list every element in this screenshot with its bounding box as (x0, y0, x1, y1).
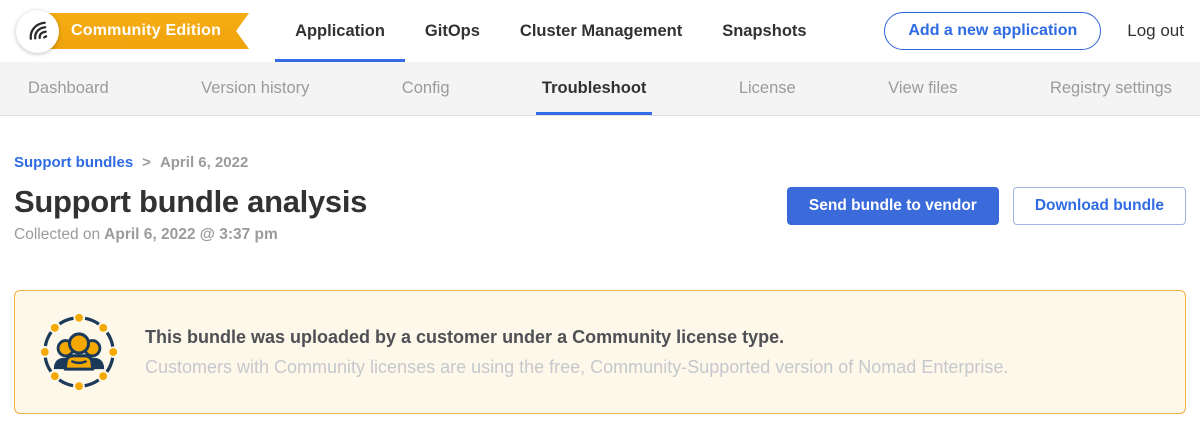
top-nav: Community Edition Application GitOps Clu… (0, 0, 1200, 62)
breadcrumb-separator: > (142, 154, 151, 171)
top-nav-right: Add a new application Log out (884, 12, 1184, 50)
breadcrumb: Support bundles > April 6, 2022 (14, 154, 1186, 171)
community-edition-label: Community Edition (71, 22, 221, 40)
top-nav-tabs: Application GitOps Cluster Management Sn… (275, 0, 827, 62)
sub-nav-item-troubleshoot[interactable]: Troubleshoot (536, 62, 653, 115)
sub-nav-item-dashboard[interactable]: Dashboard (22, 62, 115, 115)
breadcrumb-current: April 6, 2022 (160, 154, 248, 171)
community-people-icon (41, 314, 117, 390)
title-row: Support bundle analysis Collected onApri… (14, 184, 1186, 244)
banner-subtext: Customers with Community licenses are us… (145, 357, 1008, 378)
download-bundle-button[interactable]: Download bundle (1013, 187, 1186, 225)
sub-nav-item-version-history[interactable]: Version history (195, 62, 315, 115)
app-root: Community Edition Application GitOps Clu… (0, 0, 1200, 414)
bundle-actions: Send bundle to vendor Download bundle (787, 187, 1186, 225)
sub-nav-item-license[interactable]: License (733, 62, 802, 115)
top-nav-item-gitops[interactable]: GitOps (405, 0, 500, 62)
community-edition-badge: Community Edition (43, 13, 249, 49)
sub-nav-item-view-files[interactable]: View files (882, 62, 963, 115)
top-nav-item-snapshots[interactable]: Snapshots (702, 0, 826, 62)
banner-heading: This bundle was uploaded by a customer u… (145, 327, 1008, 348)
main-content: Support bundles > April 6, 2022 Support … (0, 154, 1200, 414)
community-license-banner: This bundle was uploaded by a customer u… (14, 290, 1186, 414)
logout-link[interactable]: Log out (1127, 21, 1184, 41)
page-title: Support bundle analysis (14, 184, 367, 220)
collected-date: April 6, 2022 @ 3:37 pm (104, 226, 278, 243)
collected-timestamp: Collected onApril 6, 2022 @ 3:37 pm (14, 226, 367, 244)
send-bundle-to-vendor-button[interactable]: Send bundle to vendor (787, 187, 999, 225)
sub-nav-item-config[interactable]: Config (396, 62, 456, 115)
title-block: Support bundle analysis Collected onApri… (14, 184, 367, 244)
top-nav-item-application[interactable]: Application (275, 0, 405, 62)
top-nav-item-cluster-management[interactable]: Cluster Management (500, 0, 702, 62)
brand: Community Edition (16, 10, 249, 53)
collected-prefix: Collected on (14, 226, 100, 243)
breadcrumb-link-support-bundles[interactable]: Support bundles (14, 154, 133, 171)
banner-text: This bundle was uploaded by a customer u… (145, 327, 1008, 378)
sub-nav: Dashboard Version history Config Trouble… (0, 62, 1200, 116)
sub-nav-item-registry-settings[interactable]: Registry settings (1044, 62, 1178, 115)
add-new-application-button[interactable]: Add a new application (884, 12, 1101, 50)
replicated-logo-icon (16, 10, 59, 53)
